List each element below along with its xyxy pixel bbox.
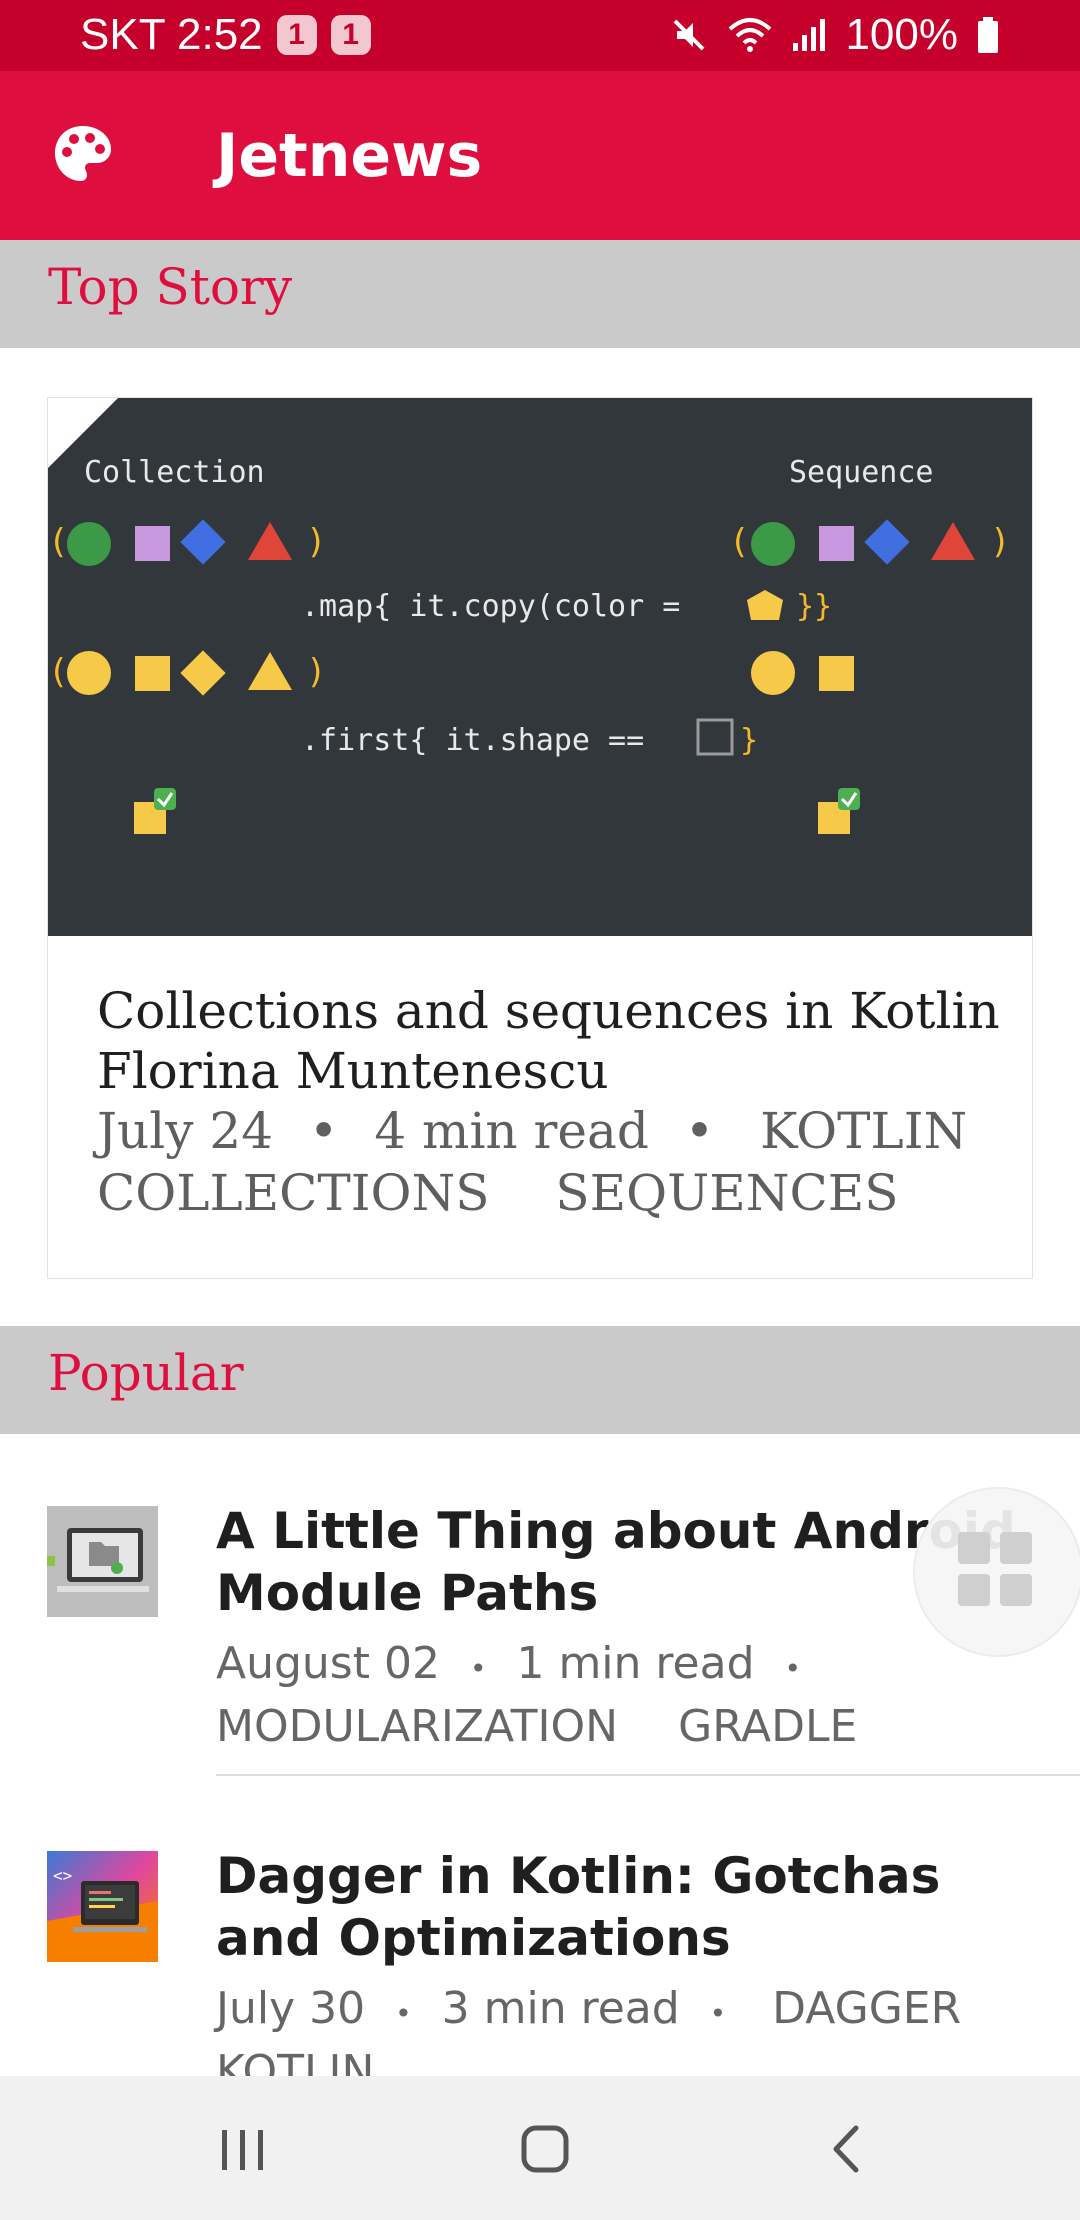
back-icon[interactable] <box>812 2116 882 2182</box>
image-label-collection: Collection <box>84 455 265 490</box>
tag: GRADLE <box>678 1701 858 1752</box>
tag: SEQUENCES <box>555 1164 899 1222</box>
notification-badge: 1 <box>276 15 317 55</box>
svg-text:(: ( <box>48 652 68 692</box>
article-meta: July 24 • 4 min read • KOTLIN COLLECTION… <box>97 1100 997 1224</box>
section-header-top-story: Top Story <box>0 240 1080 348</box>
tag: DAGGER <box>772 1983 962 2034</box>
read-time: 1 min read <box>516 1638 755 1689</box>
post-thumbnail <box>47 1506 158 1617</box>
svg-text:): ) <box>306 522 326 562</box>
article-image: Collection Sequence ( ) ( ) ( ) .map{ it… <box>48 398 1032 936</box>
svg-text:(: ( <box>48 522 68 562</box>
wifi-icon <box>729 18 772 52</box>
palette-icon[interactable] <box>52 123 114 185</box>
code-first: .first{ it.shape == <box>301 723 644 758</box>
article-date: July 24 <box>97 1102 274 1160</box>
post-date: July 30 <box>216 1983 366 2034</box>
read-time: 4 min read <box>374 1102 649 1160</box>
status-left: SKT 2:52 1 1 <box>80 10 371 60</box>
separator: • <box>784 1652 802 1685</box>
tag: MODULARIZATION <box>216 1701 619 1752</box>
svg-text:): ) <box>990 522 1010 562</box>
article-title: Collections and sequences in Kotlin <box>97 982 1000 1040</box>
app-title: Jetnews <box>216 121 483 191</box>
grid-icon <box>958 1532 1032 1606</box>
section-header-popular: Popular <box>0 1326 1080 1434</box>
recents-icon[interactable] <box>208 2116 278 2182</box>
read-time: 3 min read <box>441 1983 680 2034</box>
post-thumbnail: <> <box>47 1851 158 1962</box>
separator: • <box>709 1997 727 2030</box>
tag: KOTLIN <box>760 1102 968 1160</box>
separator: • <box>469 1652 487 1685</box>
svg-text:<>: <> <box>53 1866 72 1885</box>
status-right: 100% <box>669 10 1000 60</box>
top-story-card[interactable]: Collection Sequence ( ) ( ) ( ) .map{ it… <box>47 397 1033 1279</box>
separator: • <box>308 1102 339 1160</box>
battery-percent: 100% <box>845 10 958 59</box>
code-map: .map{ it.copy(color = <box>301 589 680 624</box>
section-label: Top Story <box>48 258 293 316</box>
signal-icon <box>793 19 826 51</box>
svg-text:}: } <box>740 723 758 758</box>
carrier-time: SKT 2:52 <box>80 10 263 59</box>
notification-badge: 1 <box>330 15 371 55</box>
separator: • <box>684 1102 715 1160</box>
floating-grid-button[interactable] <box>913 1487 1080 1657</box>
list-divider <box>216 1774 1080 1776</box>
section-label: Popular <box>48 1344 244 1402</box>
svg-text:): ) <box>306 652 326 692</box>
system-nav-bar <box>0 2076 1080 2220</box>
svg-text:}}: }} <box>796 589 832 624</box>
mute-icon <box>674 19 705 51</box>
post-title: Dagger in Kotlin: Gotchas and Optimizati… <box>216 1847 941 1967</box>
post-meta: August 02 • 1 min read • MODULARIZATION … <box>216 1635 1056 1756</box>
battery-icon <box>978 17 998 53</box>
tag: COLLECTIONS <box>97 1164 490 1222</box>
app-bar: Jetnews <box>0 71 1080 240</box>
status-bar: SKT 2:52 1 1 100% <box>0 0 1080 71</box>
home-icon[interactable] <box>510 2116 580 2182</box>
post-date: August 02 <box>216 1638 440 1689</box>
article-author: Florina Muntenescu <box>97 1042 609 1100</box>
separator: • <box>395 1997 412 2030</box>
image-label-sequence: Sequence <box>789 455 934 490</box>
svg-text:(: ( <box>729 522 749 562</box>
